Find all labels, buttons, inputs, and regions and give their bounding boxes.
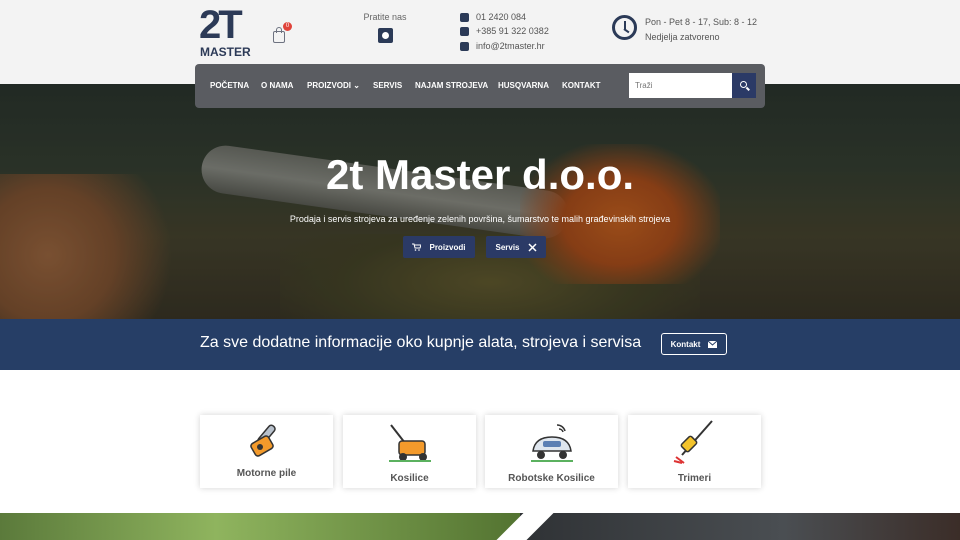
nav-item-servis[interactable]: SERVIS (373, 81, 402, 90)
nav-item-o-nama[interactable]: O NAMA (261, 81, 293, 90)
cart-count-badge: 0 (283, 22, 292, 31)
hero-banner: 2t Master d.o.o. Prodaja i servis stroje… (0, 84, 960, 319)
facebook-icon[interactable] (378, 28, 393, 43)
nav-item-proizvodi[interactable]: PROIZVODI ⌄ (307, 81, 360, 90)
nav-item-husqvarna[interactable]: HUSQVARNA (498, 81, 549, 90)
category-label: Kosilice (390, 473, 429, 484)
hours-sunday: Nedjelja zatvoreno (645, 32, 720, 42)
hero-subtitle: Prodaja i servis strojeva za uređenje ze… (289, 214, 671, 224)
trimmer-icon (673, 420, 713, 464)
service-button-label: Servis (495, 242, 520, 252)
logo-text: 2T (199, 3, 243, 47)
hero-title: 2t Master d.o.o. (325, 151, 635, 198)
contact-button-label: Kontakt (670, 339, 701, 349)
category-label: Trimeri (677, 473, 712, 484)
follow-label: Pratite nas (363, 12, 407, 22)
logo-subtext: MASTER (200, 45, 251, 59)
lawn-mower-icon (389, 424, 431, 462)
chevron-down-icon: ⌄ (353, 81, 360, 90)
products-button[interactable]: Proizvodi (403, 236, 475, 258)
robotic-mower-icon (531, 424, 573, 462)
envelope-icon (708, 340, 718, 348)
clock-icon (612, 15, 637, 40)
products-button-label: Proizvodi (429, 242, 466, 252)
hours-weekday: Pon - Pet 8 - 17, Sub: 8 - 12 (645, 17, 758, 27)
logo[interactable]: 2T MASTER (199, 3, 251, 59)
cart-icon[interactable]: 0 (271, 22, 292, 44)
phone-icon (460, 12, 469, 22)
category-card-motorne-pile[interactable]: Motorne pile (200, 415, 333, 488)
search-input[interactable] (629, 73, 732, 98)
category-label: Motorne pile (236, 468, 297, 479)
phone-1-text: 01 2420 084 (476, 12, 527, 22)
category-card-kosilice[interactable]: Kosilice (343, 415, 476, 488)
nav-item-pocetna[interactable]: POČETNA (210, 81, 249, 90)
phone-line-1[interactable]: 01 2420 084 (460, 12, 526, 22)
phone-icon (460, 26, 469, 36)
email-line[interactable]: info@2tmaster.hr (460, 41, 545, 51)
category-card-robotske-kosilice[interactable]: Robotske Kosilice (485, 415, 618, 488)
phone-2-text: +385 91 322 0382 (476, 26, 549, 36)
nav-item-kontakt[interactable]: KONTAKT (562, 81, 601, 90)
category-label: Robotske Kosilice (508, 473, 595, 484)
cart-icon (412, 243, 422, 251)
bottom-banner (0, 513, 960, 540)
category-card-trimeri[interactable]: Trimeri (628, 415, 761, 488)
service-button[interactable]: Servis (486, 236, 546, 258)
chainsaw-icon (250, 424, 276, 457)
envelope-icon (460, 41, 469, 51)
info-strip-text: Za sve dodatne informacije oko kupnje al… (200, 334, 642, 351)
info-strip: Za sve dodatne informacije oko kupnje al… (0, 319, 960, 370)
search-icon (740, 81, 747, 88)
nav-item-proizvodi-label: PROIZVODI (307, 81, 352, 90)
search-button[interactable] (732, 73, 756, 98)
email-text: info@2tmaster.hr (476, 41, 545, 51)
tools-icon (527, 242, 537, 252)
phone-line-2[interactable]: +385 91 322 0382 (460, 26, 549, 36)
nav-item-najam-strojeva[interactable]: NAJAM STROJEVA (415, 81, 488, 90)
contact-button[interactable]: Kontakt (661, 333, 727, 355)
